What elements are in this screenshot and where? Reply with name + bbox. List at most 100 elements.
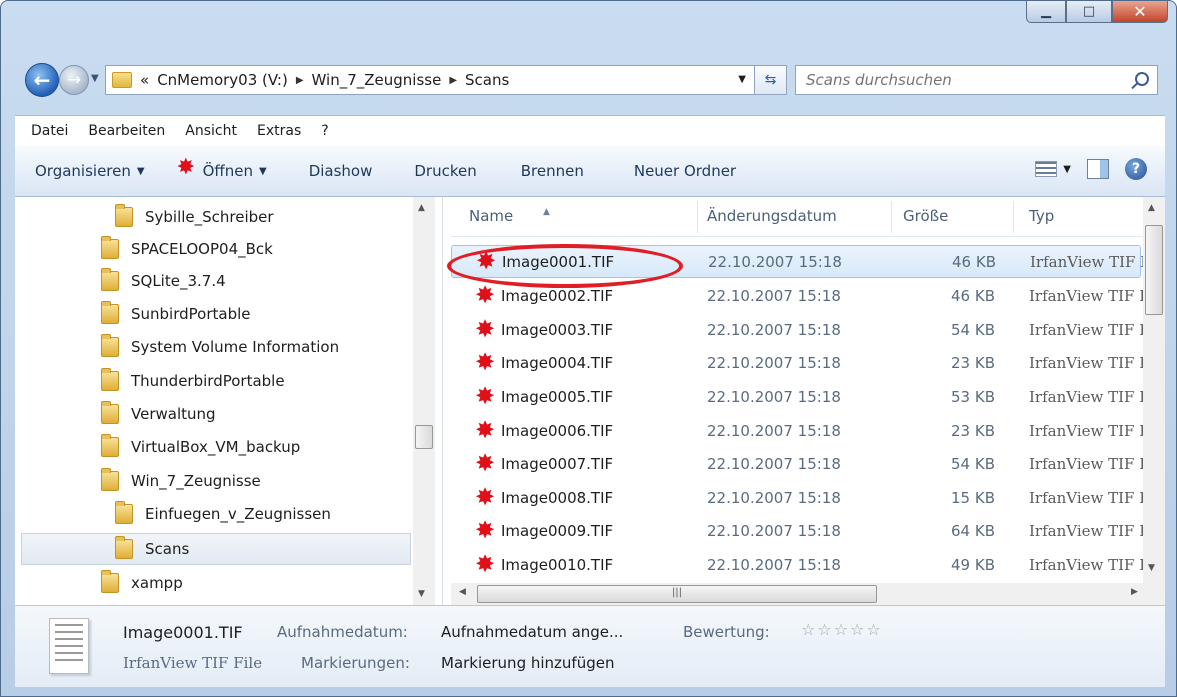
rating-stars[interactable]: ☆☆☆☆☆ [801,620,883,639]
file-row[interactable]: Image0003.TIF 22.10.2007 15:18 54 KB Irf… [451,314,1150,347]
search-box[interactable] [795,65,1158,95]
tree-item[interactable]: SQLite_3.7.4 [101,265,226,297]
tree-item-label: Sybille_Schreiber [145,208,274,226]
details-file-type: IrfanView TIF File [123,654,263,672]
search-input[interactable] [806,71,1106,89]
file-size: 54 KB [951,321,995,339]
menu-tools[interactable]: Extras [257,123,301,139]
tags-value[interactable]: Markierung hinzufügen [441,654,614,672]
chevron-right-icon[interactable]: ▶ [449,75,457,86]
file-name: Image0007.TIF [501,455,614,473]
tree-item[interactable]: Win_7_Zeugnisse [101,465,261,497]
chevron-down-icon[interactable]: ▼ [738,74,746,85]
file-row[interactable]: Image0006.TIF 22.10.2007 15:18 23 KB Irf… [451,415,1150,448]
breadcrumb-folder[interactable]: Win_7_Zeugnisse [312,71,442,89]
tree-item-selected[interactable]: Scans [21,533,411,565]
forward-button[interactable]: → [59,65,89,95]
tree-item-label: VirtualBox_VM_backup [131,438,301,456]
column-type[interactable]: Typ [1029,207,1054,225]
close-button[interactable]: ✕ [1112,1,1168,23]
file-row[interactable]: Image0009.TIF 22.10.2007 15:18 64 KB Irf… [451,515,1150,548]
scroll-down-icon[interactable]: ▼ [418,589,425,599]
address-bar[interactable]: « CnMemory03 (V:) ▶ Win_7_Zeugnisse ▶ Sc… [105,65,755,95]
preview-pane-icon[interactable] [1087,159,1109,179]
search-icon[interactable] [1135,72,1149,86]
menu-edit[interactable]: Bearbeiten [88,123,165,139]
menu-help[interactable]: ? [321,123,328,139]
tree-item[interactable]: Verwaltung [101,398,216,430]
column-size[interactable]: Größe [903,207,948,225]
file-date: 22.10.2007 15:18 [707,522,841,540]
tree-item[interactable]: VirtualBox_VM_backup [101,431,300,463]
date-taken-value[interactable]: Aufnahmedatum ange... [441,623,623,641]
tree-scrollbar[interactable]: ▲ ▼ [413,197,435,605]
file-list-vertical-scrollbar[interactable]: ▲ ▼ [1143,197,1165,583]
file-type: IrfanView TIF F [1029,455,1150,473]
slideshow-button[interactable]: Diashow [309,162,373,180]
menu-view[interactable]: Ansicht [185,123,237,139]
tree-item[interactable]: Einfuegen_v_Zeugnissen [115,498,331,530]
scrollbar-thumb[interactable]: ||| [477,585,877,603]
change-view-button[interactable]: ▼ [1035,161,1071,177]
column-divider[interactable] [891,201,892,233]
tree-item-label: SQLite_3.7.4 [131,272,226,290]
column-date[interactable]: Änderungsdatum [707,207,837,225]
menu-file[interactable]: Datei [31,123,68,139]
scroll-down-icon[interactable]: ▼ [1148,563,1155,573]
file-size: 46 KB [951,287,995,305]
breadcrumb-current[interactable]: Scans [465,71,509,89]
scrollbar-thumb[interactable] [415,425,433,449]
chevron-right-icon[interactable]: ▶ [296,75,304,86]
file-row[interactable]: Image0005.TIF 22.10.2007 15:18 53 KB Irf… [451,381,1150,414]
tree-item[interactable]: Sybille_Schreiber [115,201,274,233]
breadcrumb-drive[interactable]: CnMemory03 (V:) [157,71,288,89]
tree-item[interactable]: ThunderbirdPortable [101,365,285,397]
tree-item[interactable]: SunbirdPortable [101,298,251,330]
irfanview-tif-icon [475,518,497,544]
breadcrumb-overflow[interactable]: « [140,71,149,89]
tags-label: Markierungen: [301,654,410,672]
scroll-left-icon[interactable]: ◀ [459,587,466,597]
scrollbar-thumb[interactable] [1145,225,1163,315]
tree-item[interactable]: SPACELOOP04_Bck [101,233,273,265]
minimize-button[interactable]: ▁ [1026,1,1066,23]
back-button[interactable]: ← [25,63,59,97]
file-row[interactable]: Image0007.TIF 22.10.2007 15:18 54 KB Irf… [451,448,1150,481]
folder-icon [101,368,119,391]
file-row[interactable]: Image0004.TIF 22.10.2007 15:18 23 KB Irf… [451,347,1150,380]
organize-button[interactable]: Organisieren ▼ [35,162,145,180]
tree-item[interactable]: xampp [101,567,183,599]
maximize-button[interactable]: □ [1066,1,1112,23]
column-name[interactable]: Name [469,207,513,225]
file-type: IrfanView TIF F [1029,422,1150,440]
file-date: 22.10.2007 15:18 [707,489,841,507]
folder-icon [101,570,119,593]
tree-item-label: Verwaltung [131,405,216,423]
file-date: 22.10.2007 15:18 [707,287,841,305]
new-folder-button[interactable]: Neuer Ordner [634,162,736,180]
folder-icon [101,236,119,259]
scroll-up-icon[interactable]: ▲ [1148,203,1155,213]
open-button[interactable]: Öffnen ▼ [177,157,267,181]
column-divider[interactable] [1013,201,1014,233]
file-type: IrfanView TIF F [1030,253,1151,271]
refresh-icon: ⇆ [764,72,777,88]
help-icon[interactable]: ? [1125,158,1147,180]
tree-item[interactable]: System Volume Information [101,331,339,363]
caret-down-icon: ▼ [136,165,145,177]
tree-item-label: ThunderbirdPortable [131,372,285,390]
file-row[interactable]: Image0008.TIF 22.10.2007 15:18 15 KB Irf… [451,482,1150,515]
refresh-button[interactable]: ⇆ [755,65,787,95]
recent-pages-dropdown[interactable]: ▼ [91,73,99,84]
column-divider[interactable] [697,201,698,233]
file-row[interactable]: Image0010.TIF 22.10.2007 15:18 49 KB Irf… [451,549,1150,582]
scroll-right-icon[interactable]: ▶ [1131,587,1138,597]
caret-down-icon: ▼ [258,165,267,177]
burn-button[interactable]: Brennen [521,162,584,180]
file-list-horizontal-scrollbar[interactable]: ◀ ||| ▶ [451,583,1165,605]
print-button[interactable]: Drucken [414,162,476,180]
caret-down-icon: ▼ [1063,163,1071,175]
tree-item-label: SPACELOOP04_Bck [131,240,273,258]
scroll-up-icon[interactable]: ▲ [418,203,425,213]
file-size: 54 KB [951,455,995,473]
